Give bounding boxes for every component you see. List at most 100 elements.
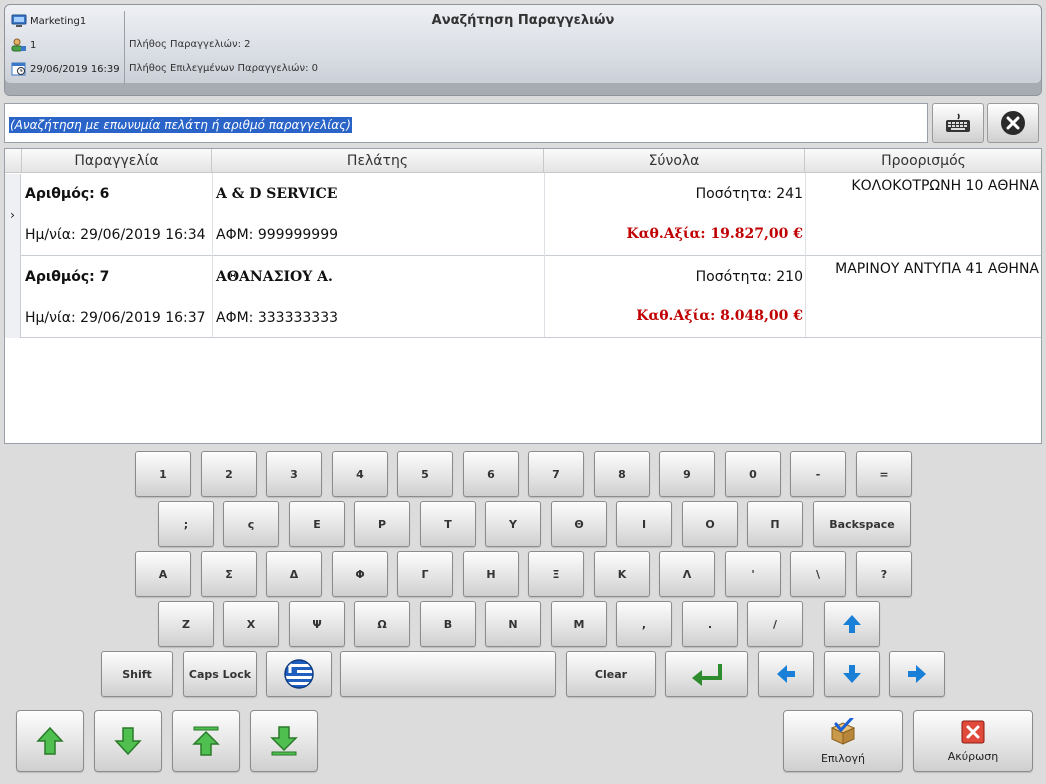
space-key[interactable]: [340, 651, 556, 697]
arrow-top-green-icon: [192, 726, 220, 756]
key-pi[interactable]: Π: [747, 501, 803, 547]
backspace-key[interactable]: Backspace: [813, 501, 911, 547]
order-net-value: Καθ.Αξία: 8.048,00 €: [636, 308, 803, 324]
clear-key[interactable]: Clear: [566, 651, 656, 697]
key-equals[interactable]: =: [856, 451, 912, 497]
key-3[interactable]: 3: [266, 451, 322, 497]
key-1[interactable]: 1: [135, 451, 191, 497]
arrow-up-key[interactable]: [824, 601, 880, 647]
arrow-left-icon: [777, 665, 795, 683]
key-zeta[interactable]: Ζ: [158, 601, 214, 647]
key-chi[interactable]: Χ: [223, 601, 279, 647]
keyboard-icon: [946, 113, 970, 132]
key-7[interactable]: 7: [528, 451, 584, 497]
select-button[interactable]: Επιλογή: [783, 710, 903, 772]
key-xi[interactable]: Ξ: [528, 551, 584, 597]
order-quantity: Ποσότητα: 210: [695, 269, 803, 285]
key-8[interactable]: 8: [594, 451, 650, 497]
order-destination: ΜΑΡΙΝΟΥ ΑΝΤΥΠΑ 41 ΑΘΗΝΑ: [835, 261, 1039, 277]
column-header-destination[interactable]: Προορισμός: [805, 149, 1041, 173]
key-rho[interactable]: Ρ: [354, 501, 410, 547]
key-2[interactable]: 2: [201, 451, 257, 497]
key-4[interactable]: 4: [332, 451, 388, 497]
key-period[interactable]: .: [682, 601, 738, 647]
key-final-sigma[interactable]: ς: [223, 501, 279, 547]
key-theta[interactable]: Θ: [551, 501, 607, 547]
caps-lock-key[interactable]: Caps Lock: [183, 651, 257, 697]
customer-name: A & D SERVICE: [216, 186, 338, 202]
key-5[interactable]: 5: [397, 451, 453, 497]
key-sigma[interactable]: Σ: [201, 551, 257, 597]
key-minus[interactable]: -: [790, 451, 846, 497]
key-kappa[interactable]: Κ: [594, 551, 650, 597]
language-toggle-key[interactable]: [266, 651, 332, 697]
header-datetime-label: 29/06/2019 16:39: [30, 63, 120, 75]
key-psi[interactable]: Ψ: [289, 601, 345, 647]
enter-key[interactable]: [665, 651, 748, 697]
customer-vat: ΑΦΜ: 333333333: [216, 310, 339, 326]
table-row[interactable]: › Αριθμός: 6 Ημ/νία: 29/06/2019 16:34 A …: [5, 174, 1041, 256]
move-up-button[interactable]: [16, 710, 84, 772]
orders-table: Παραγγελία Πελάτης Σύνολα Προορισμός › Α…: [4, 148, 1042, 444]
key-epsilon[interactable]: Ε: [289, 501, 345, 547]
orders-count: Πλήθος Παραγγελιών: 2: [129, 39, 251, 50]
row-selector[interactable]: ›: [5, 174, 21, 256]
arrow-down-icon: [843, 665, 861, 683]
table-header-corner: [5, 149, 22, 173]
key-nu[interactable]: Ν: [485, 601, 541, 647]
keyboard-toggle-button[interactable]: [932, 103, 984, 143]
arrow-left-key[interactable]: [758, 651, 814, 697]
arrow-right-icon: [908, 665, 926, 683]
arrow-bottom-green-icon: [270, 726, 298, 756]
clear-search-button[interactable]: [987, 103, 1039, 143]
key-iota[interactable]: Ι: [616, 501, 672, 547]
cancel-button[interactable]: Ακύρωση: [913, 710, 1033, 772]
key-mu[interactable]: Μ: [551, 601, 607, 647]
key-apostrophe[interactable]: ': [725, 551, 781, 597]
move-last-button[interactable]: [250, 710, 318, 772]
table-row[interactable]: Αριθμός: 7 Ημ/νία: 29/06/2019 16:37 ΑΘΑΝ…: [5, 256, 1041, 338]
box-check-icon: [830, 717, 856, 745]
key-delta[interactable]: Δ: [266, 551, 322, 597]
column-header-order[interactable]: Παραγγελία: [22, 149, 212, 173]
key-omega[interactable]: Ω: [354, 601, 410, 647]
arrow-right-key[interactable]: [889, 651, 945, 697]
key-omicron[interactable]: Ο: [682, 501, 738, 547]
key-question[interactable]: ?: [856, 551, 912, 597]
key-backslash[interactable]: \: [790, 551, 846, 597]
row-pointer-icon: ›: [10, 208, 15, 222]
greek-flag-icon: [284, 659, 314, 689]
order-quantity: Ποσότητα: 241: [695, 186, 803, 202]
key-6[interactable]: 6: [463, 451, 519, 497]
key-gamma[interactable]: Γ: [397, 551, 453, 597]
arrow-down-green-icon: [114, 727, 142, 756]
key-eta[interactable]: Η: [463, 551, 519, 597]
key-upsilon[interactable]: Υ: [485, 501, 541, 547]
column-divider: [544, 173, 545, 337]
key-alpha[interactable]: Α: [135, 551, 191, 597]
user-icon: [11, 38, 26, 52]
shift-key[interactable]: Shift: [101, 651, 173, 697]
move-down-button[interactable]: [94, 710, 162, 772]
search-input[interactable]: (Αναζήτηση με επωνυμία πελάτη ή αριθμό π…: [4, 103, 928, 143]
column-header-customer[interactable]: Πελάτης: [212, 149, 544, 173]
key-0[interactable]: 0: [725, 451, 781, 497]
key-semicolon[interactable]: ;: [158, 501, 214, 547]
arrow-down-key[interactable]: [824, 651, 880, 697]
key-9[interactable]: 9: [659, 451, 715, 497]
header-terminal: 1: [11, 38, 36, 52]
key-slash[interactable]: /: [747, 601, 803, 647]
order-date: Ημ/νία: 29/06/2019 16:34: [25, 227, 206, 243]
close-red-icon: [961, 720, 985, 743]
key-tau[interactable]: Τ: [420, 501, 476, 547]
column-header-totals[interactable]: Σύνολα: [544, 149, 805, 173]
key-phi[interactable]: Φ: [332, 551, 388, 597]
key-beta[interactable]: Β: [420, 601, 476, 647]
order-net-value: Καθ.Αξία: 19.827,00 €: [626, 226, 803, 242]
header-panel: Marketing1 1 29/06/2019 16:39 Αναζήτηση …: [4, 4, 1042, 96]
row-selector[interactable]: [5, 256, 21, 338]
key-lambda[interactable]: Λ: [659, 551, 715, 597]
move-first-button[interactable]: [172, 710, 240, 772]
select-button-label: Επιλογή: [820, 751, 866, 765]
key-comma[interactable]: ,: [616, 601, 672, 647]
